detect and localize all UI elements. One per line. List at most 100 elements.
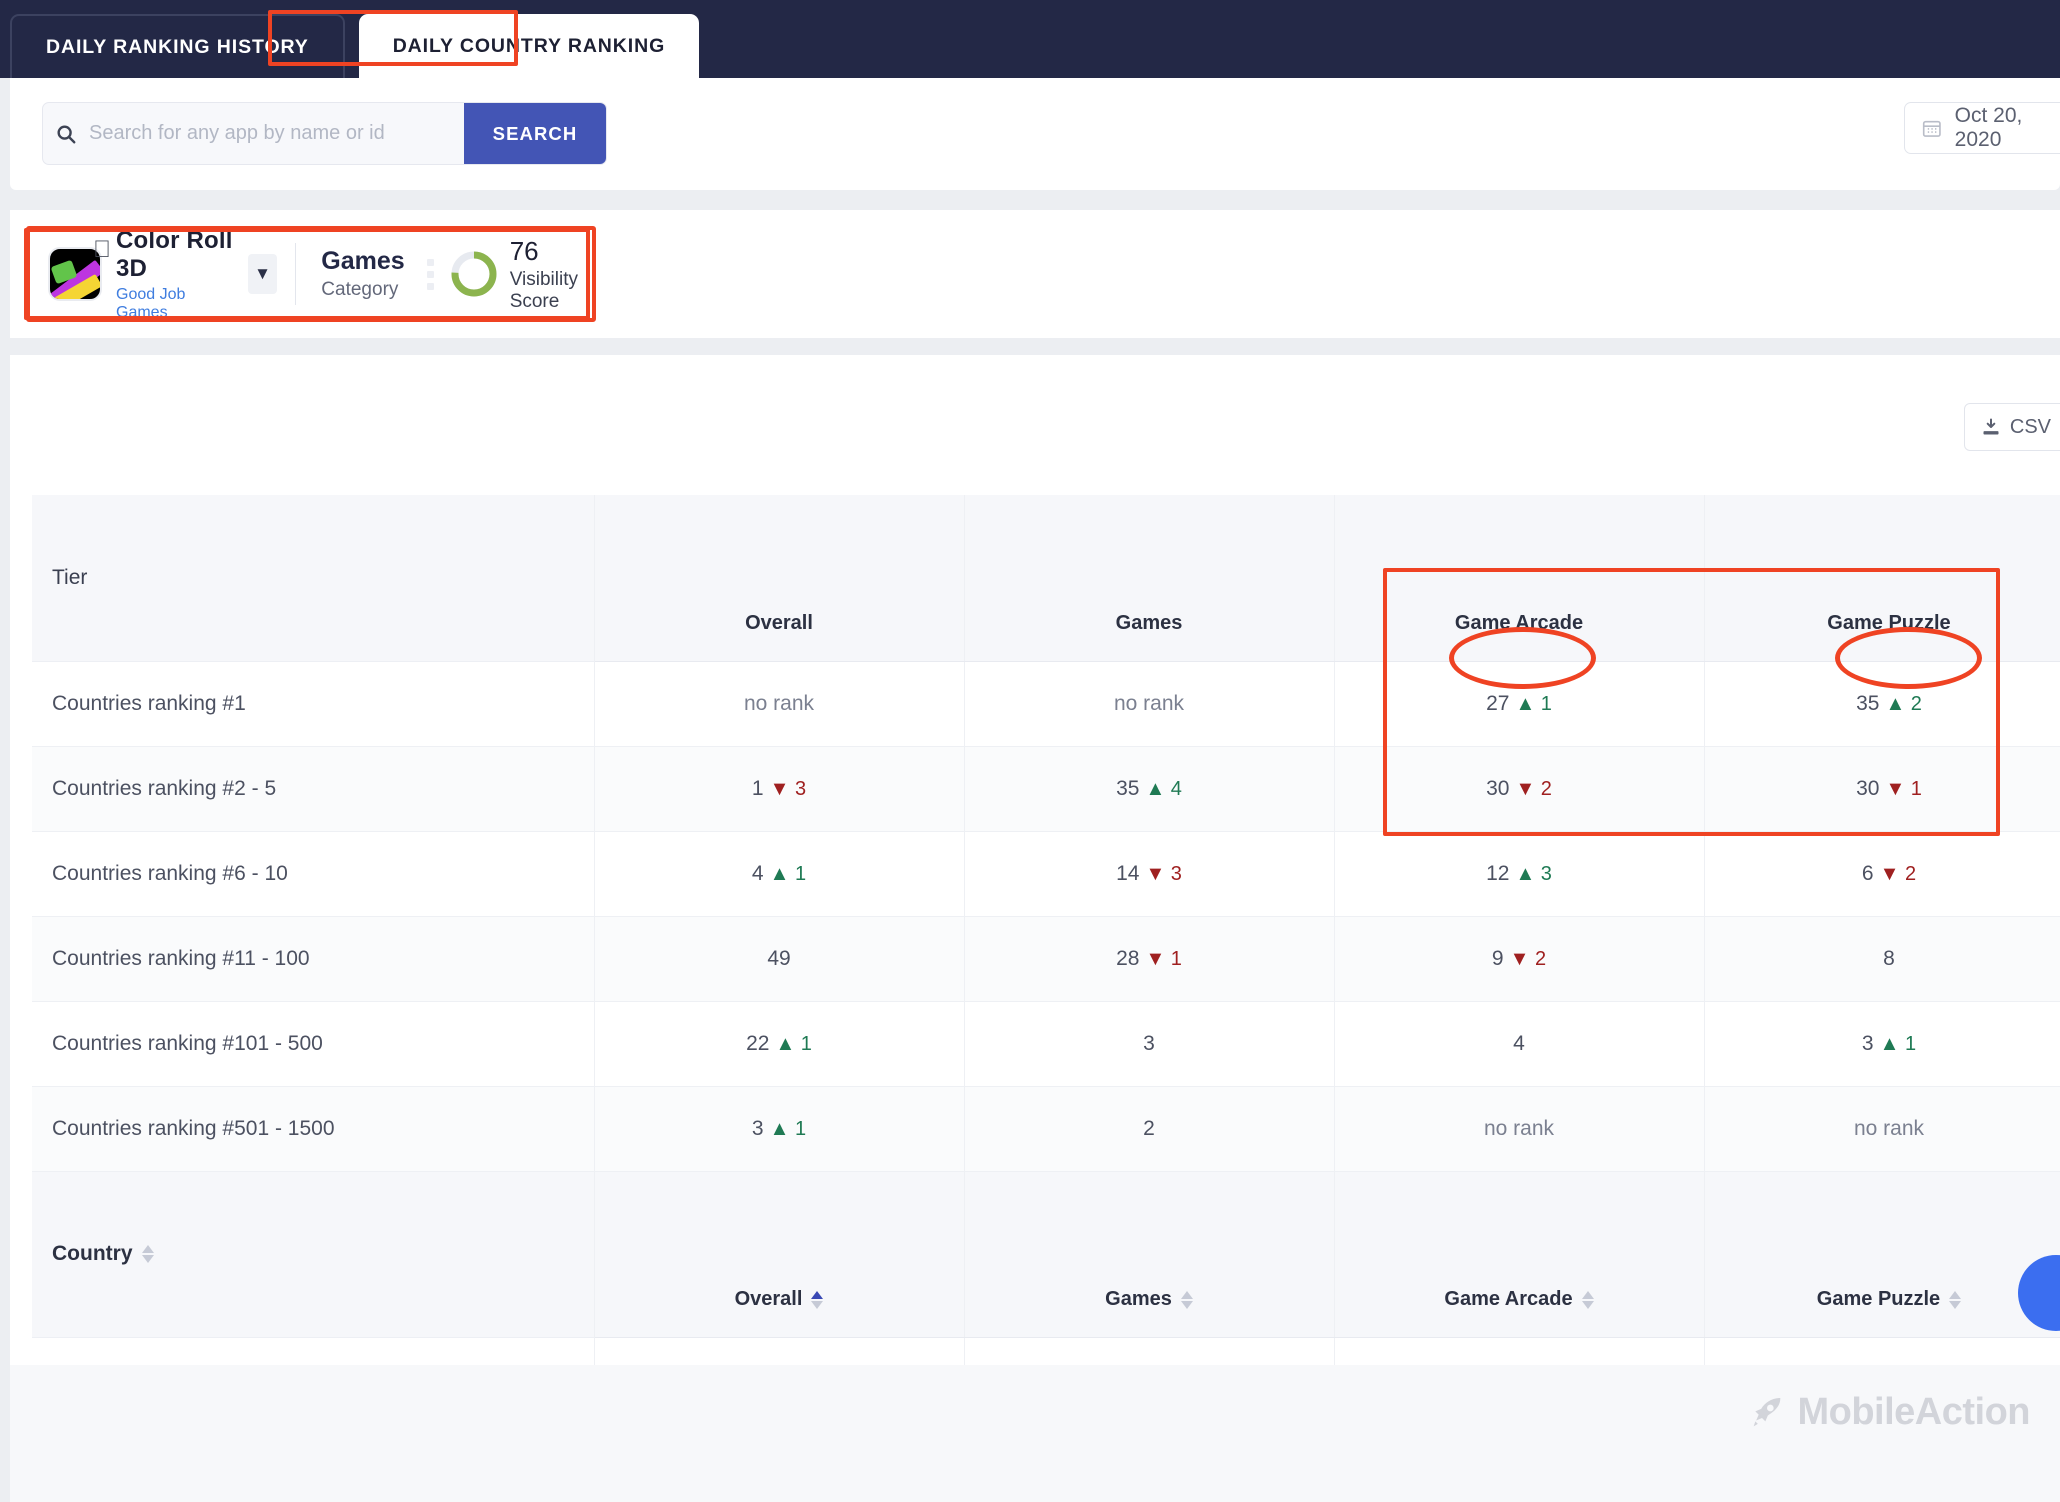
table-row[interactable]: Countries ranking #501 - 1500 3 ▲ 1 2 no ran… <box>32 1086 2060 1172</box>
app-selector-chevron-down-icon[interactable]: ▼ <box>248 254 277 294</box>
table-header-spacer-row: Tier <box>32 495 2060 662</box>
visibility-score-ring <box>448 248 500 300</box>
app-summary-card:  Color Roll 3D Good Job Games ▼ Games C… <box>26 226 596 322</box>
tier-row-label: Countries ranking #1 <box>32 661 594 747</box>
sort-toggle-icon[interactable] <box>1581 1290 1594 1309</box>
tier-cell-game-puzzle: 8 <box>1703 916 2060 1002</box>
country-header-spacer-row: Country <box>32 1171 2060 1338</box>
mobileaction-wordmark: MobileAction <box>1797 1391 2030 1433</box>
country-header-cell[interactable]: Country <box>32 1171 594 1338</box>
tier-cell-overall: 49 <box>593 916 964 1002</box>
date-picker[interactable]: Oct 20, 2020 <box>1904 102 2060 154</box>
tier-cell-games: 3 <box>963 1001 1334 1087</box>
download-icon <box>1983 418 1999 435</box>
header-spacer-cell <box>593 495 964 587</box>
export-csv-button[interactable]: CSV <box>1963 403 2060 451</box>
tier-row-label: Countries ranking #501 - 1500 <box>32 1086 594 1172</box>
search-container: SEARCH <box>42 102 607 165</box>
ranking-panel: CSV Tier Overall Games Game Arcade Game Puzz… <box>10 355 2060 1502</box>
tier-cell-game-arcade: 30 ▼ 2 <box>1333 746 1704 832</box>
cell-rank-delta: ▲ 3 <box>1515 862 1552 885</box>
tier-cell-game-puzzle: 6 ▼ 2 <box>1703 831 2060 917</box>
tier-cell-games: no rank <box>963 661 1334 747</box>
table-row[interactable]: Countries ranking #11 - 100 49 28 ▼ 1 9 ▼ 28 <box>32 916 2060 1002</box>
table-row[interactable]: Countries ranking #101 - 500 22 ▲ 1 3 4 3 ▲ 1 <box>32 1001 2060 1087</box>
cell-no-rank: no rank <box>1853 1116 1925 1140</box>
sort-toggle-icon[interactable] <box>1949 1290 1962 1309</box>
cell-rank-delta: ▲ 1 <box>1879 1032 1917 1055</box>
drag-handle-icon[interactable] <box>426 258 434 290</box>
tier-cell-overall: 22 ▲ 1 <box>593 1001 964 1087</box>
cell-rank-value: 8 <box>1883 946 1895 970</box>
header-spacer-cell <box>1333 495 1704 587</box>
country-ranking-table: Tier Overall Games Game Arcade Game Puzzle Co… <box>32 495 2060 1502</box>
country-column-header-games[interactable]: Games <box>963 1263 1334 1338</box>
tier-cell-game-arcade: 4 <box>1333 1001 1704 1087</box>
cell-rank-value: 2 <box>1143 1116 1155 1140</box>
country-column-header-game-puzzle[interactable]: Game Puzzle <box>1703 1263 2060 1338</box>
tab-daily-country-ranking[interactable]: DAILY COUNTRY RANKING <box>358 14 700 78</box>
table-row[interactable]: Countries ranking #6 - 10 4 ▲ 1 14 ▼ 3 12 ▲ 36… <box>32 831 2060 917</box>
app-page: DAILY RANKING HISTORY DAILY COUNTRY RANK… <box>0 0 2060 1502</box>
sort-toggle-icon[interactable] <box>811 1290 824 1309</box>
tier-cell-game-puzzle: 30 ▼ 1 <box>1703 746 2060 832</box>
tier-cell-game-puzzle: 35 ▲ 2 <box>1703 661 2060 747</box>
calendar-icon <box>1922 120 1941 137</box>
tier-column-header-game-puzzle: Game Puzzle <box>1703 587 2060 662</box>
app-icon-wrapper:  <box>48 238 111 301</box>
export-csv-label: CSV <box>2009 415 2051 438</box>
search-input[interactable] <box>89 103 464 164</box>
cell-rank-value: 1 <box>751 776 764 800</box>
cell-rank-value: 3 <box>751 1116 764 1140</box>
visibility-score-value: 76 <box>509 235 539 266</box>
tier-cell-game-puzzle: no rank <box>1703 1086 2060 1172</box>
tier-row-label: Countries ranking #101 - 500 <box>32 1001 594 1087</box>
tier-cell-games: 2 <box>963 1086 1334 1172</box>
cell-rank-value: 3 <box>1861 1031 1874 1055</box>
cell-rank-value: 22 <box>746 1031 770 1055</box>
tier-cell-overall: 3 ▲ 1 <box>593 1086 964 1172</box>
table-row[interactable]: Countries ranking #1 no rank no rank 27 ▲ 13… <box>32 661 2060 747</box>
footer: MobileAction <box>10 1365 2060 1502</box>
cell-rank-value: 49 <box>767 946 791 970</box>
cell-rank-value: 30 <box>1856 776 1880 800</box>
tier-column-header-overall: Overall <box>593 587 964 662</box>
country-column-header-game-arcade[interactable]: Game Arcade <box>1333 1263 1704 1338</box>
tier-cell-games: 35 ▲ 4 <box>963 746 1334 832</box>
search-button[interactable]: SEARCH <box>464 103 606 164</box>
sort-toggle-icon[interactable] <box>141 1245 154 1264</box>
tier-header-cell: Tier <box>32 495 594 662</box>
tier-cell-game-arcade: 27 ▲ 1 <box>1333 661 1704 747</box>
cell-rank-value: 35 <box>1116 776 1140 800</box>
header-spacer-cell <box>1333 1171 1704 1263</box>
tab-label: DAILY RANKING HISTORY <box>46 35 309 58</box>
category-label: Category <box>321 279 399 300</box>
mobileaction-logo: MobileAction <box>1747 1391 2030 1434</box>
top-navigation-bar: DAILY RANKING HISTORY DAILY COUNTRY RANK… <box>0 0 2060 78</box>
date-picker-value: Oct 20, 2020 <box>1954 104 2023 151</box>
tier-column-header-games: Games <box>963 587 1334 662</box>
tier-cell-overall: 1 ▼ 3 <box>593 746 964 832</box>
cell-rank-delta: ▼ 2 <box>1509 947 1547 970</box>
cell-rank-delta: ▲ 1 <box>775 1032 812 1055</box>
table-row[interactable]: Countries ranking #2 - 5 1 ▼ 3 35 ▲ 4 30 ▼ 2 30… <box>32 746 2060 832</box>
header-spacer-cell <box>1703 1171 2060 1263</box>
cell-rank-delta: ▼ 3 <box>769 777 807 800</box>
tier-cell-game-arcade: 12 ▲ 3 <box>1333 831 1704 917</box>
sort-toggle-icon[interactable] <box>1180 1290 1193 1309</box>
cell-rank-delta: ▼ 2 <box>1515 777 1552 800</box>
search-icon <box>43 103 89 164</box>
country-column-header-overall[interactable]: Overall <box>593 1263 964 1338</box>
cell-rank-value: 4 <box>751 861 764 885</box>
tab-label: DAILY COUNTRY RANKING <box>392 34 666 57</box>
app-developer-link[interactable]: Good Job Games <box>116 286 236 322</box>
cell-rank-value: 30 <box>1486 776 1510 800</box>
search-band: SEARCH Oct 20, 2020 <box>10 78 2060 190</box>
tier-row-label: Countries ranking #6 - 10 <box>32 831 594 917</box>
header-spacer-cell <box>963 495 1334 587</box>
cell-rank-value: 4 <box>1513 1031 1525 1055</box>
tier-cell-games: 28 ▼ 1 <box>963 916 1334 1002</box>
cell-rank-delta: ▲ 1 <box>769 1117 807 1140</box>
header-spacer-cell <box>593 1171 964 1263</box>
tab-daily-ranking-history[interactable]: DAILY RANKING HISTORY <box>10 14 345 78</box>
